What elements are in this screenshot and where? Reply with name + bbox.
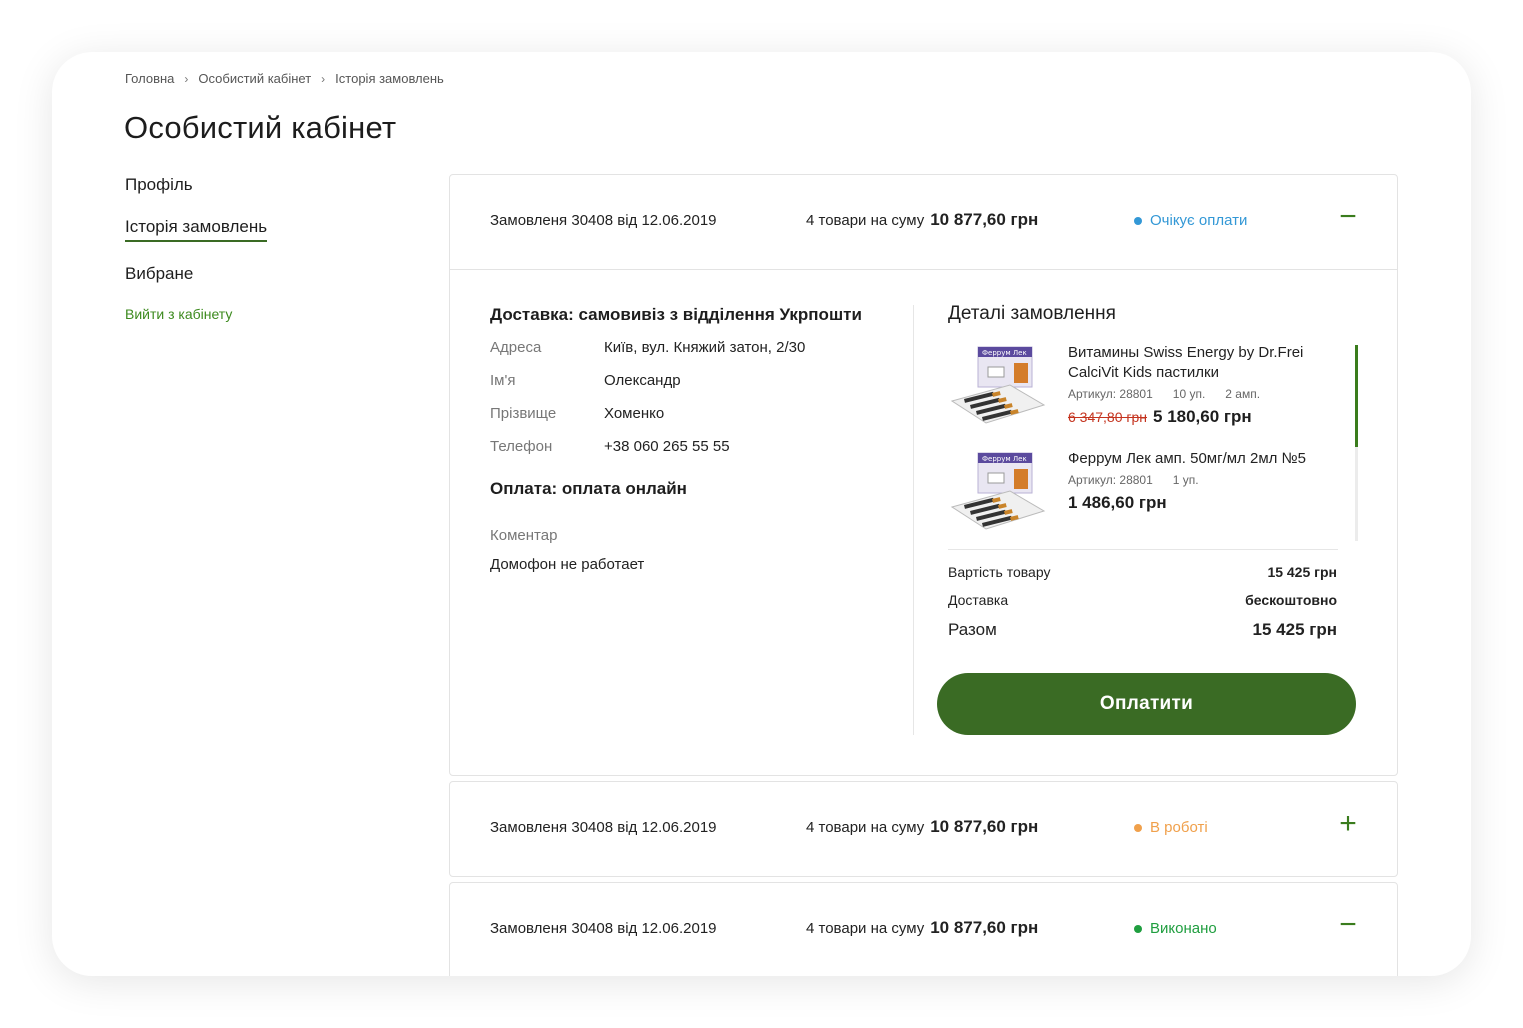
order-sum-value: 10 877,60 грн xyxy=(930,210,1039,229)
product-name[interactable]: Феррум Лек амп. 50мг/мл 2мл №5 xyxy=(1068,449,1338,469)
order-number: Замовленя 30408 від 12.06.2019 xyxy=(490,212,717,229)
order-sum-label: 4 товари на суму xyxy=(806,920,925,937)
field-row: Телефон +38 060 265 55 55 xyxy=(490,438,910,457)
product-qty: 1 уп. xyxy=(1172,473,1199,487)
payment-title: Оплата: оплата онлайн xyxy=(490,479,687,498)
comment-label: Коментар xyxy=(490,527,558,544)
order-sum-label: 4 товари на суму xyxy=(806,819,925,836)
field-value: Київ, вул. Княжий затон, 2/30 xyxy=(604,339,806,356)
old-price: 6 347,80 грн xyxy=(1068,409,1148,425)
grand-total-label: Разом xyxy=(948,620,997,639)
sidebar-nav: Профіль Історія замовлень Вибране Вийти … xyxy=(125,175,375,324)
sidebar-item-favorites[interactable]: Вибране xyxy=(125,264,193,284)
list-item[interactable]: Феррум Лек xyxy=(948,343,1358,449)
delivery-title: Доставка: самовивіз з відділення Укрпошт… xyxy=(490,305,862,324)
chevron-right-icon: › xyxy=(184,71,189,86)
chevron-right-icon: › xyxy=(321,71,326,86)
status-dot-icon xyxy=(1134,216,1142,225)
expand-icon[interactable]: + xyxy=(1337,809,1359,839)
order-details: Доставка: самовивіз з відділення Укрпошт… xyxy=(450,269,1397,775)
order-sum-label: 4 товари на суму xyxy=(806,212,925,229)
product-name[interactable]: Витамины Swiss Energy by Dr.Frei CalciVi… xyxy=(1068,343,1338,383)
order-card: Замовленя 30408 від 12.06.2019 4 товари … xyxy=(449,174,1398,776)
status-label: Виконано xyxy=(1150,920,1217,937)
field-label: Ім'я xyxy=(490,372,516,389)
product-box-label: Феррум Лек xyxy=(982,455,1027,463)
sidebar-item-profile[interactable]: Профіль xyxy=(125,175,193,195)
field-row: Адреса Київ, вул. Княжий затон, 2/30 xyxy=(490,339,910,358)
product-price: 5 180,60 грн xyxy=(1153,407,1252,426)
field-value: Хоменко xyxy=(604,405,665,422)
breadcrumb-cabinet[interactable]: Особистий кабінет xyxy=(198,71,311,86)
order-number: Замовленя 30408 від 12.06.2019 xyxy=(490,920,717,937)
order-details-title: Деталі замовлення xyxy=(948,303,1116,324)
goods-total-row: Вартість товару 15 425 грн xyxy=(948,564,1337,580)
order-header[interactable]: Замовленя 30408 від 12.06.2019 4 товари … xyxy=(450,782,1397,876)
breadcrumb-current: Історія замовлень xyxy=(335,71,444,86)
comment-value: Домофон не работает xyxy=(490,556,645,573)
order-sum: 4 товари на суму 10 877,60 грн xyxy=(806,918,1038,938)
status-badge: В роботі xyxy=(1134,819,1208,836)
delivery-value: бескоштовно xyxy=(1245,592,1337,608)
list-item[interactable]: Феррум Лек xyxy=(948,449,1358,555)
order-sum-value: 10 877,60 грн xyxy=(930,817,1039,836)
field-value: Олександр xyxy=(604,372,681,389)
field-row: Ім'я Олександр xyxy=(490,372,910,391)
order-header[interactable]: Замовленя 30408 від 12.06.2019 4 товари … xyxy=(450,175,1397,269)
delivery-label: Доставка xyxy=(948,592,1009,608)
field-label: Телефон xyxy=(490,438,553,455)
goods-total-label: Вартість товару xyxy=(948,564,1051,580)
field-label: Прізвище xyxy=(490,405,557,422)
order-card: Замовленя 30408 від 12.06.2019 4 товари … xyxy=(449,781,1398,877)
field-value: +38 060 265 55 55 xyxy=(604,438,730,455)
divider xyxy=(913,305,914,735)
status-dot-icon xyxy=(1134,924,1142,933)
product-image: Феррум Лек xyxy=(948,343,1054,433)
product-qty: 10 уп. xyxy=(1172,387,1206,401)
product-price: 1 486,60 грн xyxy=(1068,493,1167,512)
order-summary: Деталі замовлення Феррум Лек Витамины Sw… xyxy=(937,303,1358,735)
order-sum: 4 товари на суму 10 877,60 грн xyxy=(806,817,1038,837)
breadcrumb-home[interactable]: Головна xyxy=(125,71,174,86)
product-article: Артикул: 28801 xyxy=(1068,473,1153,487)
logout-link[interactable]: Вийти з кабінету xyxy=(125,306,232,322)
account-card: Головна › Особистий кабінет › Історія за… xyxy=(52,52,1471,976)
page-title: Особистий кабінет xyxy=(124,110,397,145)
product-list: Феррум Лек Витамины Swiss Energy by Dr.F… xyxy=(948,343,1358,543)
order-header[interactable]: Замовленя 30408 від 12.06.2019 4 товари … xyxy=(450,883,1397,976)
status-badge: Очікує оплати xyxy=(1134,212,1247,229)
collapse-icon[interactable]: − xyxy=(1337,910,1359,940)
pay-button[interactable]: Оплатити xyxy=(937,673,1356,735)
field-row: Прізвище Хоменко xyxy=(490,405,910,424)
product-meta: Артикул: 28801 10 уп. 2 амп. xyxy=(1068,387,1338,401)
goods-total-value: 15 425 грн xyxy=(1267,564,1337,580)
delivery-row: Доставка бескоштовно xyxy=(948,592,1337,608)
order-sum: 4 товари на суму 10 877,60 грн xyxy=(806,210,1038,230)
order-sum-value: 10 877,60 грн xyxy=(930,918,1039,937)
collapse-icon[interactable]: − xyxy=(1337,202,1359,232)
status-label: В роботі xyxy=(1150,819,1208,836)
grand-total-value: 15 425 грн xyxy=(1252,620,1337,639)
breadcrumb: Головна › Особистий кабінет › Історія за… xyxy=(125,71,444,86)
delivery-info: Доставка: самовивіз з відділення Укрпошт… xyxy=(490,305,910,573)
sidebar-item-orders[interactable]: Історія замовлень xyxy=(125,217,268,242)
status-label: Очікує оплати xyxy=(1150,212,1248,229)
status-badge: Виконано xyxy=(1134,920,1217,937)
status-dot-icon xyxy=(1134,823,1142,832)
field-label: Адреса xyxy=(490,339,542,356)
product-meta: Артикул: 28801 1 уп. xyxy=(1068,473,1338,487)
product-image: Феррум Лек xyxy=(948,449,1054,539)
order-card: Замовленя 30408 від 12.06.2019 4 товари … xyxy=(449,882,1398,976)
order-number: Замовленя 30408 від 12.06.2019 xyxy=(490,819,717,836)
scrollbar-thumb[interactable] xyxy=(1355,345,1358,447)
product-article: Артикул: 28801 xyxy=(1068,387,1153,401)
grand-total-row: Разом 15 425 грн xyxy=(948,620,1337,640)
product-extra: 2 амп. xyxy=(1225,387,1261,401)
product-box-label: Феррум Лек xyxy=(982,349,1027,357)
